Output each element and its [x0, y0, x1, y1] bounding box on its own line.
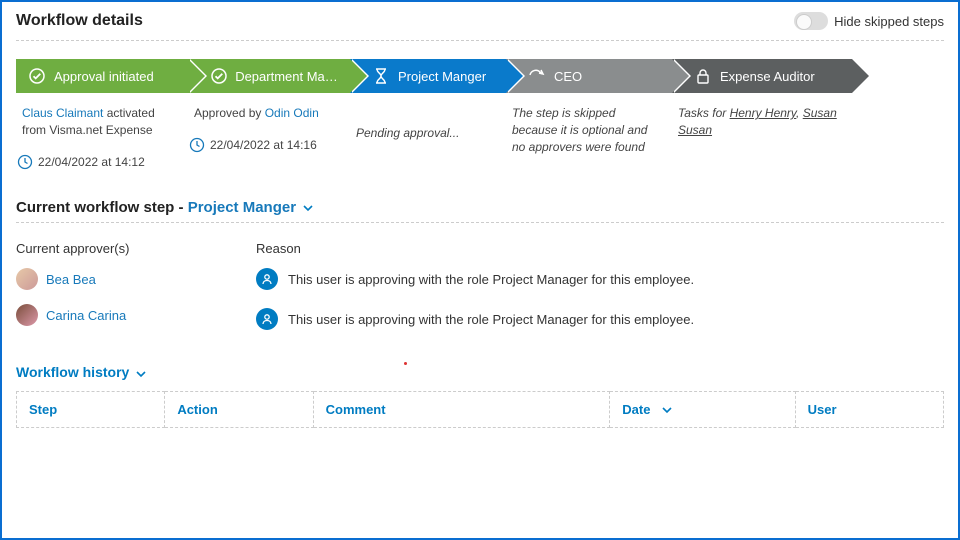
- divider: [16, 222, 944, 223]
- sep: ,: [796, 106, 803, 120]
- assignee-link[interactable]: Henry Henry: [730, 106, 796, 120]
- clock-icon: [188, 136, 206, 154]
- step-ceo[interactable]: CEO: [506, 59, 672, 93]
- avatar: [16, 268, 38, 290]
- step-label: Project Manger: [398, 69, 486, 84]
- chevron-down-icon: [662, 402, 672, 417]
- actor-link[interactable]: Claus Claimant: [22, 106, 103, 120]
- chevron-down-icon: [136, 365, 146, 381]
- reason-item: This user is approving with the role Pro…: [256, 268, 694, 290]
- col-action[interactable]: Action: [165, 392, 313, 428]
- current-step-heading: Current workflow step - Project Manger: [16, 199, 944, 217]
- approver-link[interactable]: Bea Bea: [46, 272, 96, 287]
- step-info: Tasks for Henry Henry, Susan Susan: [672, 99, 852, 139]
- step-info: Claus Claimant activated from Visma.net …: [16, 99, 188, 139]
- approver-link[interactable]: Carina Carina: [46, 308, 126, 323]
- divider: [16, 40, 944, 41]
- col-date[interactable]: Date: [610, 392, 795, 428]
- col-step[interactable]: Step: [17, 392, 165, 428]
- approvers-column-label: Current approver(s): [16, 241, 216, 256]
- step-department-manager[interactable]: Department Man...: [188, 59, 350, 93]
- timestamp-text: 22/04/2022 at 14:16: [210, 138, 317, 152]
- toggle-switch[interactable]: [794, 12, 828, 30]
- step-label: Expense Auditor: [720, 69, 815, 84]
- timestamp: 22/04/2022 at 14:12: [16, 153, 188, 171]
- current-step-prefix: Current workflow step -: [16, 199, 188, 216]
- col-user[interactable]: User: [795, 392, 943, 428]
- step-label: Department Man...: [235, 69, 338, 84]
- check-circle-icon: [210, 67, 227, 85]
- step-info-text: Approved by: [194, 106, 265, 120]
- col-date-label: Date: [622, 402, 650, 417]
- workflow-history-toggle[interactable]: Workflow history: [16, 364, 944, 381]
- col-comment[interactable]: Comment: [313, 392, 610, 428]
- workflow-history-label: Workflow history: [16, 364, 129, 380]
- tasks-prefix: Tasks for: [678, 106, 730, 120]
- check-circle-icon: [28, 67, 46, 85]
- toggle-label: Hide skipped steps: [834, 14, 944, 29]
- lock-icon: [694, 67, 712, 85]
- step-label: Approval initiated: [54, 69, 154, 84]
- hourglass-icon: [372, 67, 390, 85]
- timestamp: 22/04/2022 at 14:16: [188, 136, 350, 154]
- current-step-link[interactable]: Project Manger: [188, 199, 296, 216]
- step-info: Approved by Odin Odin: [188, 99, 350, 122]
- approver-item: Carina Carina: [16, 304, 216, 326]
- page-title: Workflow details: [16, 12, 143, 30]
- skip-icon: [528, 67, 546, 85]
- step-info: The step is skipped because it is option…: [506, 99, 672, 155]
- step-label: CEO: [554, 69, 582, 84]
- step-project-manager[interactable]: Project Manger: [350, 59, 506, 93]
- skip-note: The step is skipped because it is option…: [512, 106, 647, 154]
- pending-text: Pending approval...: [356, 126, 459, 140]
- avatar: [16, 304, 38, 326]
- timestamp-text: 22/04/2022 at 14:12: [38, 155, 145, 169]
- reason-text: This user is approving with the role Pro…: [288, 312, 694, 327]
- history-table: Step Action Comment Date User: [16, 391, 944, 428]
- actor-link[interactable]: Odin Odin: [265, 106, 319, 120]
- reason-item: This user is approving with the role Pro…: [256, 308, 694, 330]
- step-approval-initiated[interactable]: Approval initiated: [16, 59, 188, 93]
- chevron-down-icon[interactable]: [303, 199, 313, 216]
- reason-column-label: Reason: [256, 241, 694, 256]
- role-badge-icon: [256, 268, 278, 290]
- clock-icon: [16, 153, 34, 171]
- approver-item: Bea Bea: [16, 268, 216, 290]
- reason-text: This user is approving with the role Pro…: [288, 272, 694, 287]
- step-info: Pending approval...: [350, 99, 506, 142]
- step-expense-auditor[interactable]: Expense Auditor: [672, 59, 852, 93]
- hide-skipped-toggle[interactable]: Hide skipped steps: [794, 12, 944, 30]
- workflow-steps: Approval initiated Department Man... Pro…: [16, 59, 944, 93]
- role-badge-icon: [256, 308, 278, 330]
